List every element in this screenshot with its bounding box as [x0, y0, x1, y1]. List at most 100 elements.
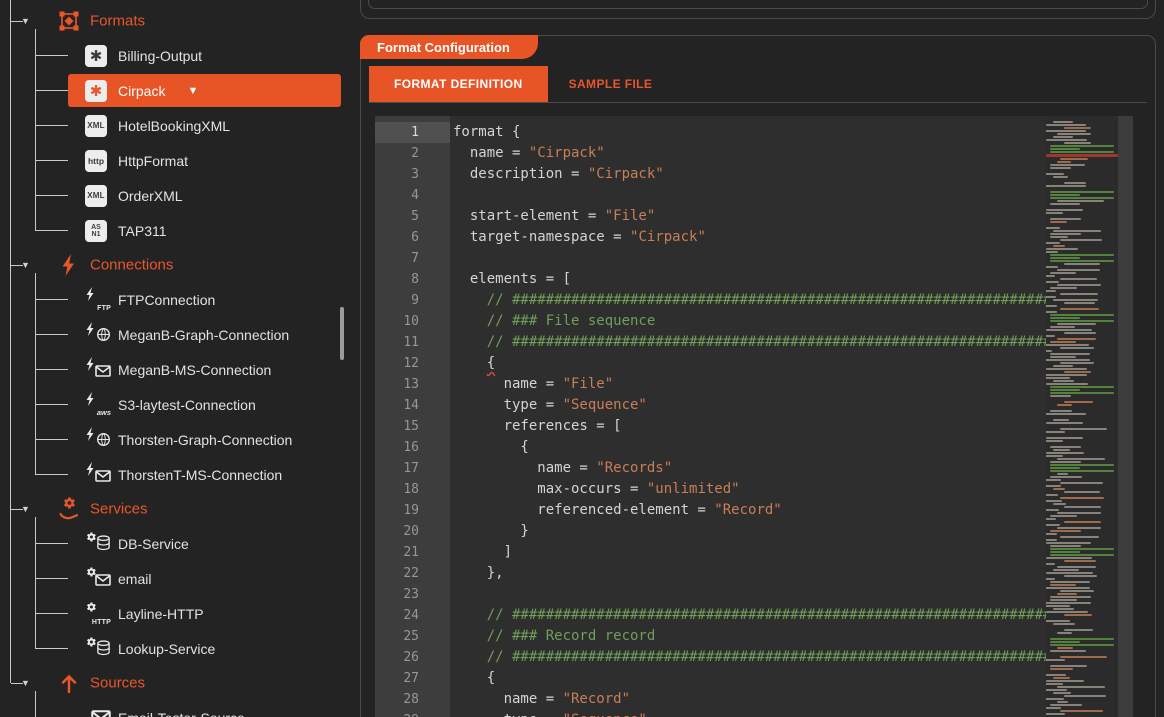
code-line[interactable]: name = "Records" [450, 458, 1046, 479]
minimap-line [1050, 467, 1080, 469]
minimap-line [1053, 623, 1075, 625]
conn-graph-icon [85, 428, 111, 452]
minimap-line [1050, 197, 1115, 199]
section-header-services[interactable]: ▼Services [0, 492, 345, 526]
minimap-line [1046, 431, 1065, 433]
tab-sample-file[interactable]: SAMPLE FILE [548, 66, 674, 102]
item-dropdown-caret-icon[interactable]: ▼ [187, 85, 198, 97]
code-line[interactable]: { [450, 668, 1046, 689]
tree-item-meganb-graph-connection[interactable]: MeganB-Graph-Connection [0, 317, 345, 352]
minimap-line [1057, 323, 1096, 325]
tree-item-s3-laytest-connection[interactable]: awsS3-laytest-Connection [0, 387, 345, 422]
section-collapse-caret-icon[interactable]: ▼ [21, 260, 30, 270]
editor-code[interactable]: format { name = "Cirpack" description = … [450, 116, 1046, 717]
minimap-line [1053, 677, 1070, 679]
tree-item-lookup-service[interactable]: Lookup-Service [0, 631, 345, 666]
code-line[interactable]: references = [ [450, 416, 1046, 437]
format-asn1-icon: ASN1 [85, 219, 111, 243]
code-line[interactable]: name = "File" [450, 374, 1046, 395]
line-number: 17 [375, 458, 450, 479]
minimap-line [1050, 314, 1115, 316]
formats-diamond-icon [57, 9, 81, 33]
minimap-line [1046, 485, 1061, 487]
tree-item-ftpconnection[interactable]: FTPFTPConnection [0, 282, 345, 317]
code-line[interactable] [450, 584, 1046, 605]
code-line[interactable]: referenced-element = "Record" [450, 500, 1046, 521]
sidebar-scrollbar-thumb[interactable] [340, 307, 344, 360]
code-line[interactable]: // #####################################… [450, 647, 1046, 668]
code-line[interactable] [450, 248, 1046, 269]
section-collapse-caret-icon[interactable]: ▼ [21, 504, 30, 514]
minimap-line [1050, 584, 1077, 586]
code-line[interactable]: } [450, 521, 1046, 542]
code-line[interactable]: // #####################################… [450, 290, 1046, 311]
code-line[interactable]: { [450, 437, 1046, 458]
minimap-line [1046, 455, 1063, 457]
minimap-line [1046, 713, 1065, 715]
minimap[interactable] [1046, 116, 1118, 717]
section-items: DB-Service emailHTTPLayline-HTTPLookup-Se… [0, 526, 345, 666]
minimap-line [1046, 173, 1064, 175]
code-line[interactable]: description = "Cirpack" [450, 164, 1046, 185]
minimap-line [1057, 338, 1097, 340]
code-line[interactable]: { [450, 353, 1046, 374]
minimap-line [1046, 311, 1057, 313]
code-line[interactable]: name = "Record" [450, 689, 1046, 710]
minimap-line [1053, 121, 1072, 123]
code-line[interactable]: // ### File sequence [450, 311, 1046, 332]
tree-item-orderxml[interactable]: XMLOrderXML [0, 178, 345, 213]
tree-item-email-tester-source[interactable]: Email-Tester-Source [0, 700, 345, 717]
code-line[interactable]: elements = [ [450, 269, 1046, 290]
code-line[interactable]: start-element = "File" [450, 206, 1046, 227]
tree-item-layline-http[interactable]: HTTPLayline-HTTP [0, 596, 345, 631]
tab-format-definition[interactable]: FORMAT DEFINITION [369, 66, 548, 102]
code-line[interactable]: max-occurs = "unlimited" [450, 479, 1046, 500]
minimap-line [1046, 452, 1084, 454]
code-line[interactable]: target-namespace = "Cirpack" [450, 227, 1046, 248]
minimap-line [1046, 653, 1118, 655]
code-editor[interactable]: 1234567891011121314151617181920212223242… [375, 116, 1133, 717]
tree-item-cirpack[interactable]: ✱Cirpack▼ [0, 73, 345, 108]
tree-item-billing-output[interactable]: ✱Billing-Output [0, 38, 345, 73]
tree-item-httpformat[interactable]: httpHttpFormat [0, 143, 345, 178]
code-line[interactable]: // ### Record record [450, 626, 1046, 647]
code-line[interactable]: name = "Cirpack" [450, 143, 1046, 164]
code-line[interactable]: ] [450, 542, 1046, 563]
tree-item-thorstent-ms-connection[interactable]: ThorstenT-MS-Connection [0, 457, 345, 492]
minimap-line [1050, 320, 1115, 322]
tree-item-email[interactable]: email [0, 561, 345, 596]
code-line[interactable] [450, 185, 1046, 206]
minimap-line [1046, 275, 1055, 277]
minimap-line [1050, 218, 1081, 220]
src-mail-icon [85, 706, 111, 717]
tree-item-db-service[interactable]: DB-Service [0, 526, 345, 561]
minimap-line [1046, 434, 1118, 436]
tree-item-label: Billing-Output [118, 48, 202, 64]
section-collapse-caret-icon[interactable]: ▼ [21, 16, 30, 26]
editor-scrollbar[interactable] [1118, 116, 1133, 717]
code-line[interactable]: // #####################################… [450, 605, 1046, 626]
section-items: ✱Billing-Output✱Cirpack▼ XML HotelBookingX… [0, 38, 345, 248]
section-collapse-caret-icon[interactable]: ▼ [21, 678, 30, 688]
code-line[interactable]: }, [450, 563, 1046, 584]
code-line[interactable]: type = "Sequence" [450, 710, 1046, 717]
minimap-line [1050, 545, 1082, 547]
tree-item-meganb-ms-connection[interactable]: MeganB-MS-Connection [0, 352, 345, 387]
tree-item-label: DB-Service [118, 536, 189, 552]
minimap-line [1046, 212, 1063, 214]
tree-item-label: HotelBookingXML [118, 118, 230, 134]
section-header-connections[interactable]: ▼Connections [0, 248, 345, 282]
code-line[interactable]: type = "Sequence" [450, 395, 1046, 416]
format-xml-icon: XML [85, 114, 111, 138]
section-header-formats[interactable]: ▼Formats [0, 4, 345, 38]
tree-item-thorsten-graph-connection[interactable]: Thorsten-Graph-Connection [0, 422, 345, 457]
minimap-line [1046, 154, 1118, 157]
tree-item-hotelbookingxml[interactable]: XML HotelBookingXML [0, 108, 345, 143]
tree-item-tap311[interactable]: ASN1TAP311 [0, 213, 345, 248]
code-line[interactable]: // #####################################… [450, 332, 1046, 353]
minimap-line [1046, 224, 1118, 226]
code-line[interactable]: format { [450, 122, 1046, 143]
section-header-sources[interactable]: ▼Sources [0, 666, 345, 700]
minimap-line [1050, 554, 1115, 556]
minimap-line [1046, 680, 1084, 682]
